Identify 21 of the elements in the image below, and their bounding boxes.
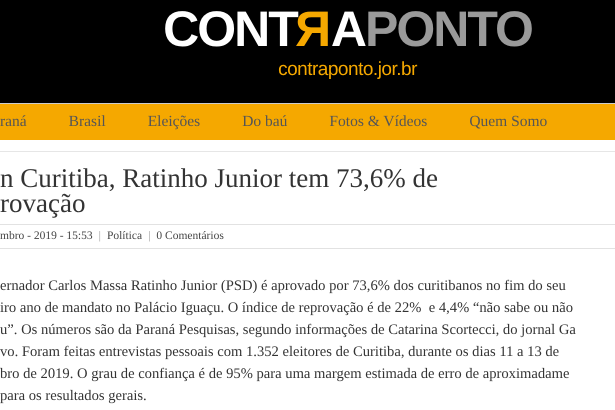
nav-link[interactable]: Eleições: [148, 110, 200, 134]
separator: |: [98, 228, 101, 244]
nav-link[interactable]: raná: [0, 110, 27, 134]
category-link[interactable]: Política: [106, 228, 142, 246]
body-text-line: u”. Os números são da Paraná Pesquisas, segundo informações de Catarina Scortecci, do jornal Ga: [0, 321, 577, 340]
body-text-line: ernador Carlos Massa Ratinho Junior (PSD) é aprovado por 73,6% dos curitibanos no fim do seu: [0, 277, 567, 296]
nav-link[interactable]: Fotos & Vídeos: [329, 110, 428, 134]
nav-link[interactable]: Do baú: [242, 110, 288, 134]
site-domain[interactable]: contraponto.jor.br: [198, 56, 417, 84]
article-title: rovação: [0, 191, 86, 216]
article-title: n Curitiba, Ratinho Junior tem 73,6% de: [0, 166, 439, 191]
body-text-line: bro de 2019. O grau de confiança é de 95% para uma margem estimada de erro de aproximadame: [0, 365, 570, 384]
separator: |: [148, 228, 150, 244]
body-text-line: vo. Foram feitas entrevistas pessoais com 1.352 eleitores de Curitiba, durante os dias 11 a 13 de: [0, 343, 560, 362]
comments-link[interactable]: 0 Comentários: [156, 228, 224, 246]
site-logo[interactable]: CONTRAPONTO: [83, 6, 532, 52]
nav-link[interactable]: Brasil: [68, 110, 106, 134]
article-date: mbro - 2019 - 15:53: [0, 228, 93, 244]
body-text-line: iro ano de mandato no Palácio Iguaçu. O índice de reprovação é de 22% e 4,4% “não sabe ou não: [0, 299, 574, 318]
nav-link[interactable]: Quem Somo: [469, 110, 548, 134]
body-text-line: para os resultados gerais.: [0, 387, 148, 406]
